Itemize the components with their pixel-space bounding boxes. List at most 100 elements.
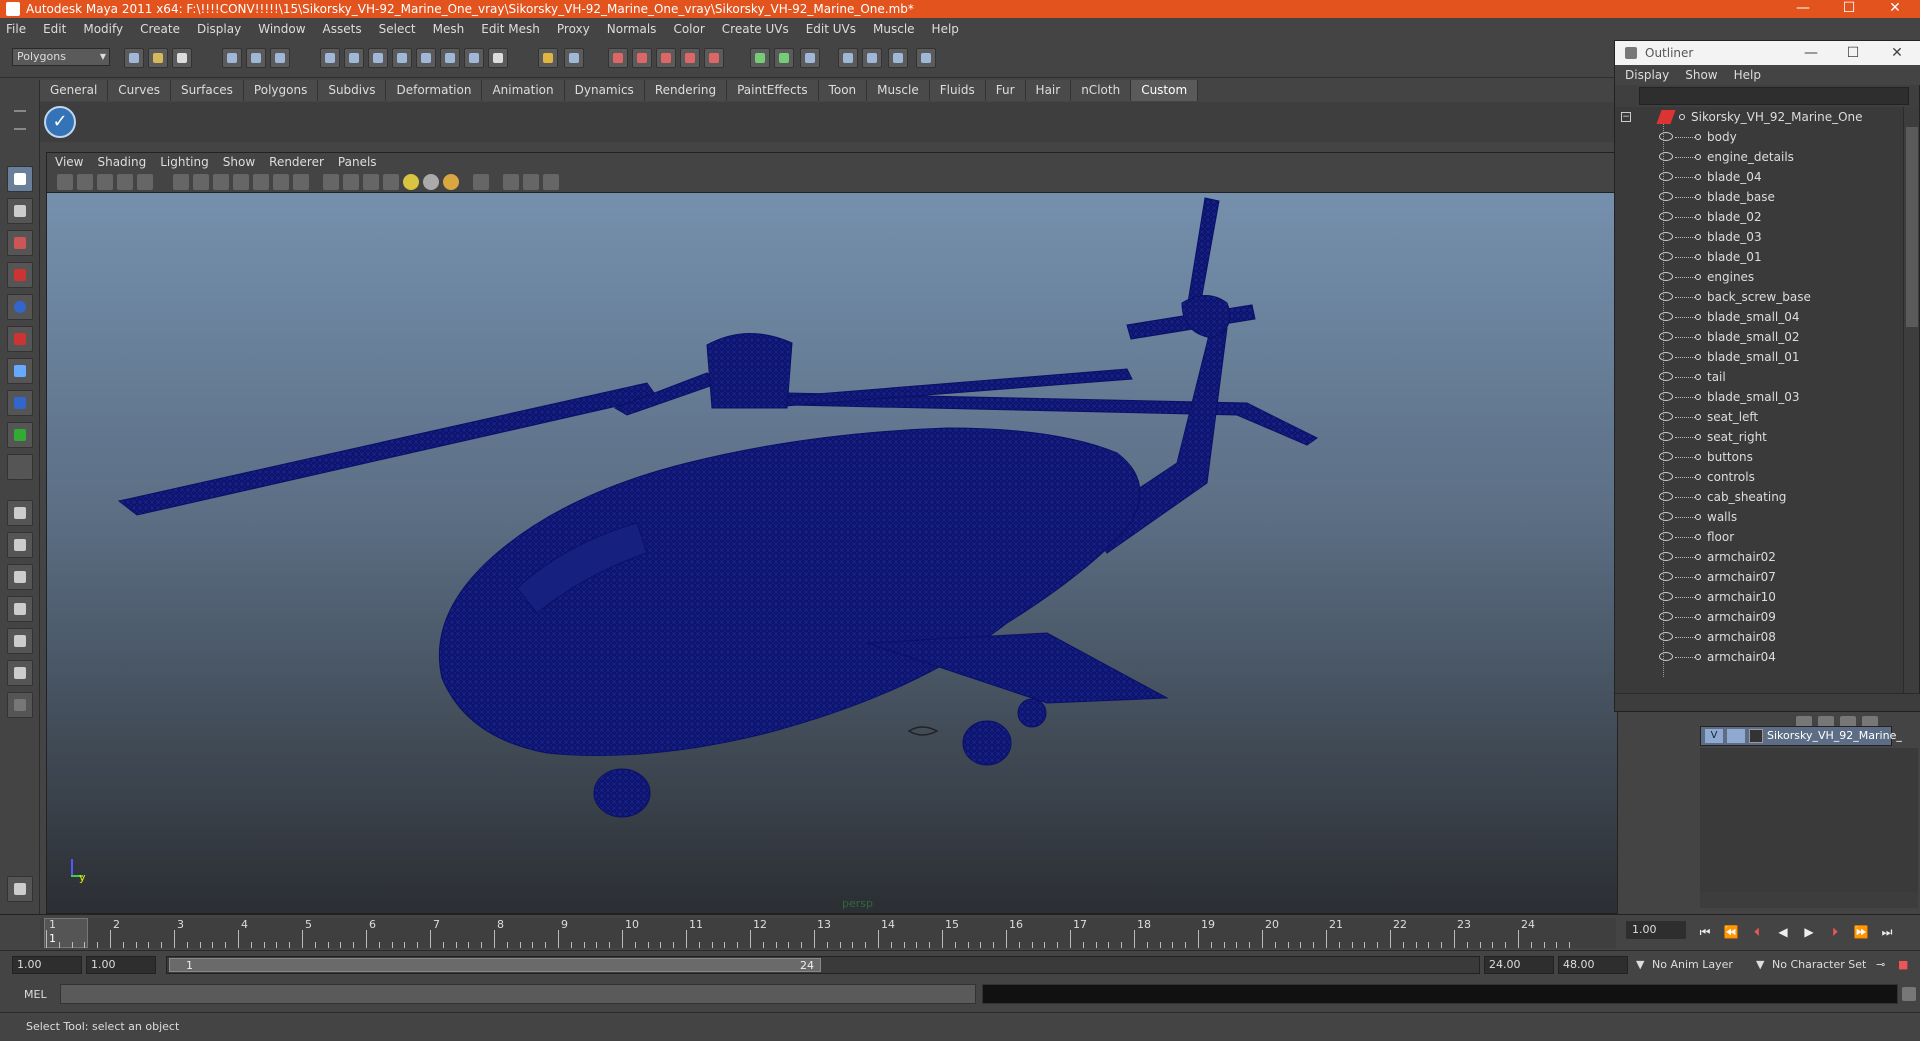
lasso-tool-icon[interactable] (7, 198, 33, 224)
ipr-render-icon[interactable] (632, 48, 652, 68)
layout-graph-icon[interactable] (7, 660, 33, 686)
close-button[interactable]: ✕ (1872, 0, 1918, 18)
step-forward-key-icon[interactable]: ⏵ (1826, 923, 1844, 941)
character-set-dropdown[interactable]: No Character Set (1772, 956, 1866, 974)
viewport-menu-show[interactable]: Show (223, 155, 255, 169)
wireframe-on-shaded-icon[interactable] (363, 174, 379, 190)
viewport-menu-view[interactable]: View (55, 155, 83, 169)
outliner-item[interactable]: armchair07 (1615, 567, 1905, 587)
shelf-tab-hair[interactable]: Hair (1025, 80, 1072, 101)
shadows-icon[interactable] (423, 174, 439, 190)
selection-mask-icon[interactable] (564, 48, 584, 68)
animation-start-field[interactable]: 1.00 (12, 956, 82, 974)
outliner-list[interactable]: − Sikorsky_VH_92_Marine_One body engine_… (1615, 107, 1905, 693)
shelf-grip-icon[interactable] (14, 110, 26, 130)
layout-hypershade-icon[interactable] (7, 628, 33, 654)
menu-modify[interactable]: Modify (83, 22, 123, 36)
collapse-icon[interactable]: − (1621, 112, 1631, 122)
resolution-gate-icon[interactable] (213, 174, 229, 190)
film-gate-icon[interactable] (193, 174, 209, 190)
safe-title-icon[interactable] (293, 174, 309, 190)
outliner-item[interactable]: buttons (1615, 447, 1905, 467)
isolate-select-icon[interactable] (473, 174, 489, 190)
layout-more-icon[interactable] (7, 692, 33, 718)
go-to-end-icon[interactable]: ⏭ (1878, 923, 1896, 941)
outliner-minimize-button[interactable]: — (1791, 41, 1831, 65)
current-frame-field[interactable]: 1.00 (1626, 921, 1686, 939)
layout-outliner-persp-icon[interactable] (7, 564, 33, 590)
menu-set-selector[interactable]: Polygons (12, 48, 110, 66)
shelf-tab-rendering[interactable]: Rendering (644, 80, 728, 101)
two-d-pan-icon[interactable] (137, 174, 153, 190)
gate-mask-icon[interactable] (233, 174, 249, 190)
menu-edit[interactable]: Edit (43, 22, 66, 36)
outliner-item[interactable]: blade_01 (1615, 247, 1905, 267)
soft-mod-tool-icon[interactable] (7, 390, 33, 416)
outliner-item[interactable]: blade_03 (1615, 227, 1905, 247)
xray-joints-icon[interactable] (523, 174, 539, 190)
snap-point-icon[interactable] (368, 48, 388, 68)
shelf-tab-animation[interactable]: Animation (482, 80, 565, 101)
menu-window[interactable]: Window (258, 22, 305, 36)
layout-single-pane-icon[interactable] (7, 500, 33, 526)
camera-attributes-icon[interactable] (77, 174, 93, 190)
shelf-tab-deformation[interactable]: Deformation (386, 80, 483, 101)
outliner-item[interactable]: cab_sheating (1615, 487, 1905, 507)
shelf-tab-muscle[interactable]: Muscle (867, 80, 930, 101)
viewport-menu-renderer[interactable]: Renderer (269, 155, 324, 169)
render-view-icon[interactable] (704, 48, 724, 68)
go-to-start-icon[interactable]: ⏮ (1696, 923, 1714, 941)
menu-file[interactable]: File (6, 22, 26, 36)
history-icon[interactable] (440, 48, 460, 68)
outliner-item[interactable]: seat_right (1615, 427, 1905, 447)
outliner-item[interactable]: blade_04 (1615, 167, 1905, 187)
char-set-dropdown-icon[interactable]: ▼ (1756, 956, 1764, 974)
menu-create-uvs[interactable]: Create UVs (722, 22, 789, 36)
menu-help[interactable]: Help (932, 22, 959, 36)
select-tool-icon[interactable] (7, 166, 33, 192)
rotate-tool-icon[interactable] (7, 294, 33, 320)
snap-curve-icon[interactable] (344, 48, 364, 68)
universal-manipulator-icon[interactable] (7, 358, 33, 384)
step-forward-frame-icon[interactable]: ⏩ (1852, 923, 1870, 941)
move-tool-icon[interactable] (7, 262, 33, 288)
layout-2-icon[interactable] (862, 48, 882, 68)
field-chart-icon[interactable] (253, 174, 269, 190)
menu-edit-mesh[interactable]: Edit Mesh (481, 22, 540, 36)
layer-visibility-toggle[interactable]: V (1705, 729, 1723, 743)
menu-normals[interactable]: Normals (607, 22, 657, 36)
select-hierarchy-icon[interactable] (222, 48, 242, 68)
scale-tool-icon[interactable] (7, 326, 33, 352)
viewport-scene[interactable]: y persp (47, 193, 1617, 913)
outliner-item[interactable]: blade_02 (1615, 207, 1905, 227)
lock-icon[interactable] (538, 48, 558, 68)
layout-3-icon[interactable] (888, 48, 908, 68)
menu-mesh[interactable]: Mesh (433, 22, 465, 36)
shelf-tab-ncloth[interactable]: nCloth (1071, 80, 1132, 101)
show-manipulator-icon[interactable] (7, 422, 33, 448)
menu-muscle[interactable]: Muscle (873, 22, 915, 36)
shelf-tab-dynamics[interactable]: Dynamics (564, 80, 645, 101)
script-editor-icon[interactable] (1902, 987, 1916, 1001)
textured-icon[interactable] (383, 174, 399, 190)
shelf-tab-fluids[interactable]: Fluids (929, 80, 986, 101)
paint-select-tool-icon[interactable] (7, 230, 33, 256)
snap-grid-icon[interactable] (320, 48, 340, 68)
outliner-item[interactable]: blade_small_02 (1615, 327, 1905, 347)
outliner-item[interactable]: blade_small_03 (1615, 387, 1905, 407)
new-scene-icon[interactable] (124, 48, 144, 68)
play-backwards-icon[interactable]: ◀ (1774, 923, 1792, 941)
select-object-icon[interactable] (246, 48, 266, 68)
playback-start-field[interactable]: 1.00 (86, 956, 156, 974)
image-plane-icon[interactable] (117, 174, 133, 190)
menu-color[interactable]: Color (673, 22, 704, 36)
layout-four-pane-icon[interactable] (7, 532, 33, 558)
viewport-menu-lighting[interactable]: Lighting (160, 155, 209, 169)
outliner-item[interactable]: armchair02 (1615, 547, 1905, 567)
outliner-item[interactable]: back_screw_base (1615, 287, 1905, 307)
menu-edit-uvs[interactable]: Edit UVs (806, 22, 856, 36)
outliner-item[interactable]: walls (1615, 507, 1905, 527)
layer-display-type-toggle[interactable] (1727, 729, 1745, 743)
select-component-icon[interactable] (270, 48, 290, 68)
range-slider-thumb[interactable]: 1 24 (169, 958, 821, 972)
